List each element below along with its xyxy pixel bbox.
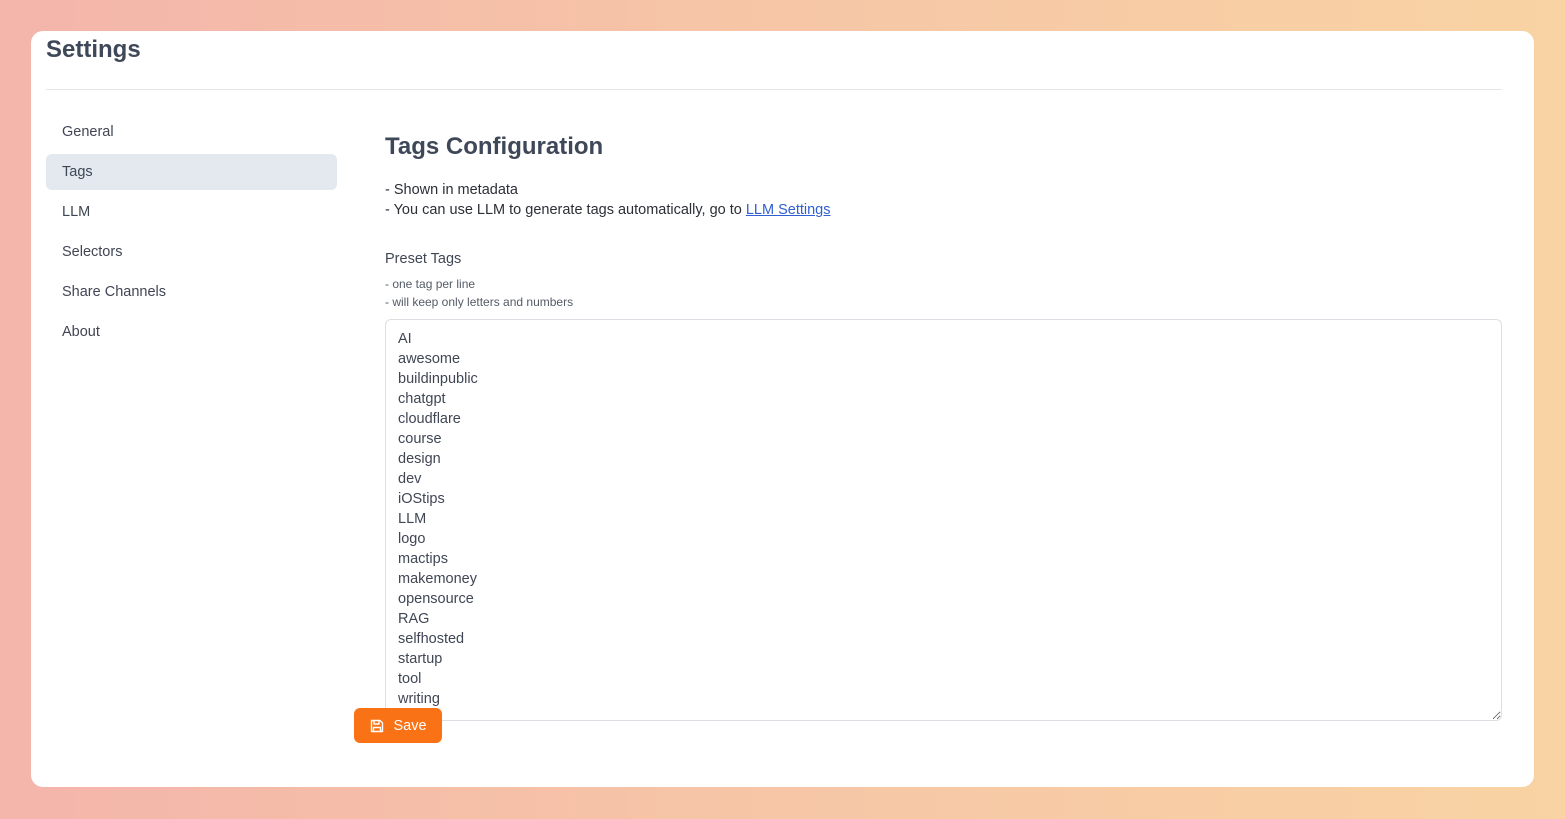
sidebar-item-llm[interactable]: LLM bbox=[46, 194, 337, 230]
description-line-metadata: - Shown in metadata bbox=[385, 182, 518, 198]
llm-settings-link[interactable]: LLM Settings bbox=[746, 202, 831, 218]
hint-letters-numbers: - will keep only letters and numbers bbox=[385, 295, 574, 309]
sidebar-item-share-channels[interactable]: Share Channels bbox=[46, 274, 337, 310]
save-button-label: Save bbox=[393, 717, 427, 734]
header-divider bbox=[46, 89, 1502, 90]
floppy-disk-icon bbox=[371, 719, 384, 732]
section-description: - Shown in metadata - You can use LLM to… bbox=[385, 180, 1502, 220]
save-button[interactable]: Save bbox=[354, 708, 442, 743]
sidebar-item-about[interactable]: About bbox=[46, 314, 337, 350]
settings-sidebar: General Tags LLM Selectors Share Channel… bbox=[46, 114, 337, 354]
sidebar-item-general[interactable]: General bbox=[46, 114, 337, 150]
sidebar-item-selectors[interactable]: Selectors bbox=[46, 234, 337, 270]
tags-configuration-section: Tags Configuration - Shown in metadata -… bbox=[385, 129, 1502, 726]
description-llm-text: - You can use LLM to generate tags autom… bbox=[385, 202, 746, 218]
preset-tags-label: Preset Tags bbox=[385, 251, 462, 267]
sidebar-item-tags[interactable]: Tags bbox=[46, 154, 337, 190]
hint-one-tag-per-line: - one tag per line bbox=[385, 277, 476, 291]
description-line-llm: - You can use LLM to generate tags autom… bbox=[385, 200, 1502, 220]
preset-tags-textarea[interactable] bbox=[385, 319, 1502, 721]
section-title: Tags Configuration bbox=[385, 133, 604, 160]
page-title: Settings bbox=[46, 36, 141, 63]
preset-tags-hint: - one tag per line - will keep only lett… bbox=[385, 275, 1502, 311]
settings-panel: Settings General Tags LLM Selectors Shar… bbox=[31, 31, 1534, 787]
